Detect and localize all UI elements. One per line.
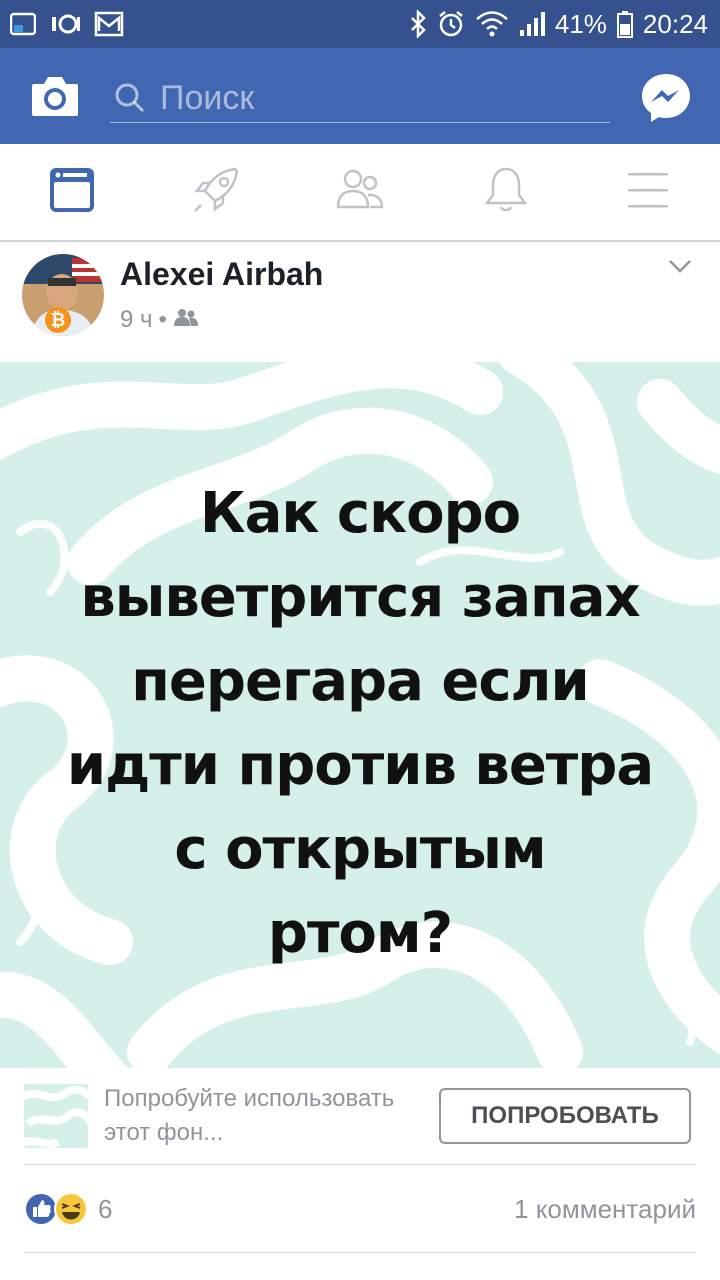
post-text-line: перегара если [131,649,590,714]
try-background-row: Попробуйте использовать этот фон... ПОПР… [0,1068,720,1166]
friends-icon [335,165,385,220]
reactions-row: 6 1 комментарий [0,1176,720,1246]
friends-audience-icon [173,306,199,334]
divider [24,1252,696,1253]
try-background-text: Попробуйте использовать этот фон... [104,1085,395,1146]
comments-count[interactable]: 1 комментарий [514,1194,696,1225]
battery-percent: 41% [554,8,607,39]
search-field[interactable]: Поиск [110,74,610,123]
reaction-icons[interactable] [24,1192,94,1226]
bell-icon [481,165,531,220]
post-text-line: Как скоро [199,481,521,546]
post-text-line: с открытым [174,817,546,882]
battery-icon [616,10,633,38]
post-text-line: выветрится запах [80,565,640,630]
rocket-icon [191,165,241,220]
meta-separator: • [158,306,167,333]
wifi-icon [475,10,509,38]
status-bar: 41% 20:24 [0,0,720,48]
messenger-icon[interactable] [640,72,692,124]
app-store-icon [10,11,36,37]
background-thumbnail[interactable] [17,1084,96,1148]
svg-text:₿: ₿ [51,310,66,331]
camera-icon[interactable] [30,72,80,120]
clock: 20:24 [642,8,708,39]
post-time: 9 ч [120,306,153,333]
hamburger-icon [623,165,673,220]
post-meta: 9 ч • [120,306,199,334]
tab-menu[interactable] [620,164,676,220]
app-bar: Поиск [0,48,720,144]
search-placeholder: Поиск [160,78,255,117]
bluetooth-icon [409,10,427,38]
post-options-chevron-icon[interactable] [666,256,694,276]
news-feed-icon [47,165,97,220]
notification-icon [50,11,80,37]
avatar[interactable]: ₿ [22,254,104,336]
post-text-line: ртом? [267,901,453,966]
tab-bar [0,144,720,242]
tab-friends[interactable] [332,164,388,220]
divider [24,1164,696,1165]
post-background-card: Как скоро выветрится запах перегара если… [0,362,720,1068]
tab-explore[interactable] [188,164,244,220]
post-text: Как скоро выветрится запах перегара если… [30,472,690,976]
reaction-count[interactable]: 6 [98,1194,112,1225]
post-header: ₿ Alexei Airbah 9 ч • [0,242,720,362]
post-author[interactable]: Alexei Airbah [120,256,323,293]
post-text-line: идти против ветра [66,733,654,798]
mail-icon [94,11,124,37]
tab-notifications[interactable] [478,164,534,220]
signal-icon [519,10,545,38]
try-button[interactable]: ПОПРОБОВАТЬ [439,1088,691,1144]
search-icon [114,82,146,114]
alarm-icon [437,10,465,38]
tab-news-feed[interactable] [44,164,100,220]
